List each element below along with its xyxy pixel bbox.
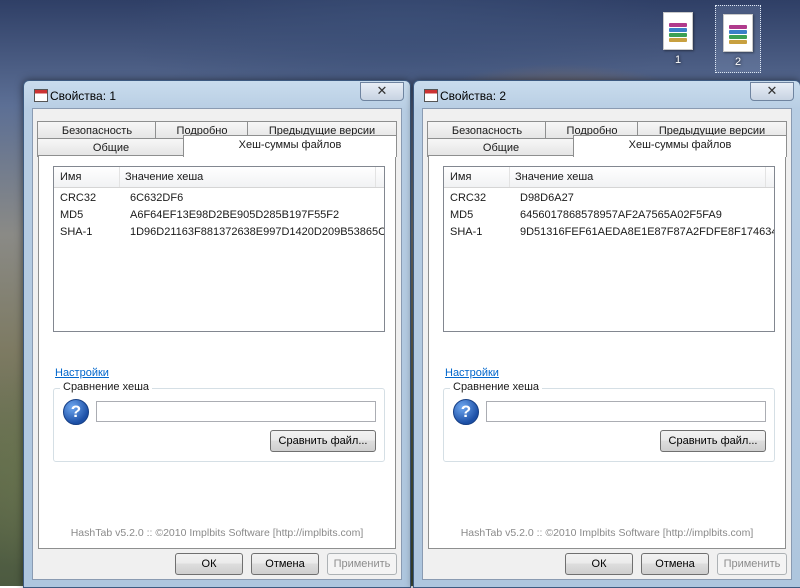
hash-name: CRC32 [450,192,487,204]
compare-file-button[interactable]: Сравнить файл... [270,430,376,452]
hash-compare-caption: Сравнение хеша [450,381,543,393]
table-row[interactable]: SHA-1 9D51316FEF61AEDA8E1E87F87A2FDFE8F1… [444,224,774,241]
column-header-name[interactable]: Имя [54,167,120,187]
desktop-icon-label: 2 [734,56,742,68]
properties-window-1: Свойства: 1 ✕ Безопасность Подробно Пред… [23,80,411,588]
hash-value: 6C632DF6 [130,192,184,204]
ok-button[interactable]: ОК [565,553,633,575]
window-icon [34,89,48,102]
hash-compare-input[interactable] [96,401,376,422]
hash-value: 9D51316FEF61AEDA8E1E87F87A2FDFE8F1746343 [520,226,775,238]
settings-link[interactable]: Настройки [445,367,499,379]
table-row[interactable]: SHA-1 1D96D21163F881372638E997D1420D209B… [54,224,384,241]
close-icon: ✕ [376,83,388,98]
hash-list[interactable]: Имя Значение хеша CRC32 6C632DF6 MD5 A6F… [53,166,385,332]
cancel-button[interactable]: Отмена [641,553,709,575]
hash-compare-group: Сравнение хеша ? Сравнить файл... [443,381,775,462]
window-title: Свойства: 1 [50,89,117,103]
file-hashes-panel: Имя Значение хеша CRC32 D98D6A27 MD5 645… [428,155,786,549]
column-header-hash-value[interactable]: Значение хеша [119,167,376,187]
hash-value: 6456017868578957AF2A7565A02F5FA9 [520,209,722,221]
hash-name: MD5 [60,209,84,221]
close-icon: ✕ [766,83,778,98]
hash-name: SHA-1 [60,226,93,238]
close-button[interactable]: ✕ [750,82,794,101]
dialog-client-area: Безопасность Подробно Предыдущие версии … [32,108,402,580]
hashtab-footer: HashTab v5.2.0 :: ©2010 Implbits Softwar… [460,527,754,539]
hash-list[interactable]: Имя Значение хеша CRC32 D98D6A27 MD5 645… [443,166,775,332]
desktop-icon-file-2[interactable]: 2 [715,5,761,73]
hash-compare-caption: Сравнение хеша [60,381,153,393]
hash-compare-group: Сравнение хеша ? Сравнить файл... [53,381,385,462]
archive-file-icon [723,14,753,52]
hash-name: MD5 [450,209,474,221]
dialog-client-area: Безопасность Подробно Предыдущие версии … [422,108,792,580]
desktop-icon-file-1[interactable]: 1 [656,4,700,70]
hash-value: D98D6A27 [520,192,574,204]
question-icon: ? [63,399,89,425]
hash-compare-input[interactable] [486,401,766,422]
window-title: Свойства: 2 [440,89,507,103]
table-row[interactable]: CRC32 D98D6A27 [444,190,774,207]
tab-file-hashes[interactable]: Хеш-суммы файлов [183,135,397,157]
table-row[interactable]: MD5 6456017868578957AF2A7565A02F5FA9 [444,207,774,224]
ok-button[interactable]: ОК [175,553,243,575]
compare-file-button[interactable]: Сравнить файл... [660,430,766,452]
hash-value: 1D96D21163F881372638E997D1420D209B53865C [130,226,385,238]
title-bar[interactable]: Свойства: 2 ✕ [414,81,800,107]
hashtab-footer: HashTab v5.2.0 :: ©2010 Implbits Softwar… [70,527,364,539]
hash-list-header: Имя Значение хеша [444,167,774,188]
apply-button[interactable]: Применить [327,553,397,575]
apply-button[interactable]: Применить [717,553,787,575]
close-button[interactable]: ✕ [360,82,404,101]
tab-file-hashes[interactable]: Хеш-суммы файлов [573,135,787,157]
cancel-button[interactable]: Отмена [251,553,319,575]
hash-value: A6F64EF13E98D2BE905D285B197F55F2 [130,209,340,221]
properties-window-2: Свойства: 2 ✕ Безопасность Подробно Пред… [413,80,800,588]
window-icon [424,89,438,102]
column-header-hash-value[interactable]: Значение хеша [509,167,766,187]
settings-link[interactable]: Настройки [55,367,109,379]
archive-file-icon [663,12,693,50]
table-row[interactable]: CRC32 6C632DF6 [54,190,384,207]
column-header-name[interactable]: Имя [444,167,510,187]
desktop-icon-label: 1 [674,54,682,66]
hash-name: CRC32 [60,192,97,204]
title-bar[interactable]: Свойства: 1 ✕ [24,81,410,107]
file-hashes-panel: Имя Значение хеша CRC32 6C632DF6 MD5 A6F… [38,155,396,549]
question-icon: ? [453,399,479,425]
table-row[interactable]: MD5 A6F64EF13E98D2BE905D285B197F55F2 [54,207,384,224]
hash-name: SHA-1 [450,226,483,238]
hash-list-header: Имя Значение хеша [54,167,384,188]
